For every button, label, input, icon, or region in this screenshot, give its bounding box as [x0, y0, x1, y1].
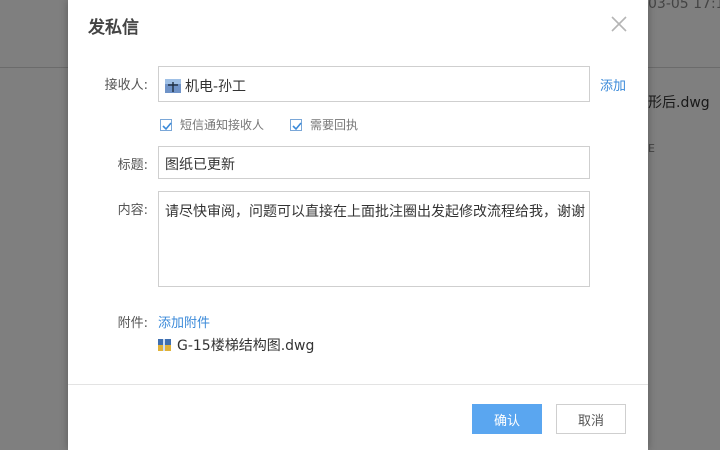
footer-divider [68, 384, 648, 385]
content-value: 请尽快审阅，问题可以直接在上面批注圈出发起修改流程给我，谢谢 [165, 204, 585, 220]
attachment-file-name: G-15楼梯结构图.dwg [177, 338, 315, 354]
attachment-file[interactable]: G-15楼梯结构图.dwg [158, 335, 314, 355]
subject-input[interactable]: 图纸已更新 [158, 146, 590, 179]
recipient-chip-label: 机电-孙工 [185, 79, 247, 95]
recipient-field[interactable]: 机电-孙工 [158, 66, 590, 102]
add-recipient-link[interactable]: 添加 [600, 75, 626, 94]
checkbox-checked-icon [160, 118, 172, 131]
attachment-label: 附件: [117, 316, 148, 331]
sms-notify-label: 短信通知接收人 [180, 118, 265, 132]
content-textarea[interactable]: 请尽快审阅，问题可以直接在上面批注圈出发起修改流程给我，谢谢 [158, 191, 590, 287]
private-message-dialog: 发私信 接收人: 机电-孙工 添加 短信通知接收人 需要回执 标题: 图纸已更新… [68, 0, 648, 450]
subject-label: 标题: [117, 158, 148, 173]
add-attachment-link[interactable]: 添加附件 [158, 312, 210, 331]
content-label: 内容: [117, 203, 148, 218]
recipient-chip[interactable]: 机电-孙工 [165, 76, 246, 96]
subject-value: 图纸已更新 [165, 157, 235, 173]
checkbox-checked-icon [290, 118, 302, 131]
recipient-label: 接收人: [104, 78, 148, 93]
need-reply-label: 需要回执 [310, 118, 359, 132]
dwg-file-icon [158, 339, 171, 351]
dialog-title: 发私信 [88, 18, 139, 38]
user-avatar-icon [165, 79, 181, 93]
need-reply-checkbox[interactable]: 需要回执 [290, 116, 358, 133]
cancel-button[interactable]: 取消 [556, 404, 626, 434]
close-icon[interactable] [609, 14, 629, 34]
sms-notify-checkbox[interactable]: 短信通知接收人 [160, 116, 264, 133]
confirm-button[interactable]: 确认 [472, 404, 542, 434]
